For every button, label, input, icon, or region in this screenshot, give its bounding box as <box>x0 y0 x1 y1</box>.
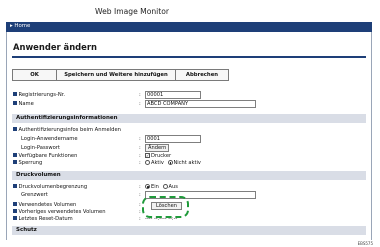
colon: : <box>139 136 141 142</box>
bullet-icon <box>13 160 17 164</box>
home-link-label[interactable]: Home <box>14 23 30 29</box>
home-link[interactable]: ▸ Home <box>10 23 30 29</box>
colon: : <box>139 92 141 98</box>
bullet-icon <box>13 216 17 220</box>
used-volume-label: Verwendetes Volumen <box>13 202 76 208</box>
app-title: Web Image Monitor <box>95 7 170 16</box>
bullet-icon <box>13 184 17 188</box>
section-header-protection: Schutz <box>12 226 366 235</box>
available-functions-label: Verfügbare Funktionen <box>13 153 77 159</box>
bullet-icon <box>13 101 17 105</box>
bullet-icon <box>13 153 17 157</box>
figure-code: EBS575 <box>357 241 373 246</box>
colon: : <box>139 145 141 151</box>
login-info-label: Authentifizierungsinfos beim Anmelden <box>13 127 121 133</box>
colon: : <box>139 160 141 166</box>
page-title: Anwender ändern <box>13 42 97 52</box>
cancel-button[interactable]: Abbrechen <box>176 70 228 80</box>
colon: : <box>139 153 141 159</box>
printer-checkbox[interactable]: ✓ <box>145 153 150 158</box>
printer-checkbox-group: ✓ Drucker <box>145 153 171 159</box>
active-radio[interactable] <box>145 160 150 165</box>
registration-no-label: Registrierungs-Nr. <box>13 92 65 98</box>
save-and-add-button[interactable]: Speichern und Weitere hinzufügen <box>57 70 176 80</box>
colon: : <box>139 202 141 208</box>
last-reset-date-label: Letztes Reset-Datum <box>13 216 73 222</box>
section-header-print-volume: Druckvolumen <box>12 171 366 180</box>
on-radio[interactable] <box>145 184 150 189</box>
on-radio-label: Ein <box>151 184 159 190</box>
name-input[interactable]: ABCD COMPANY <box>145 100 256 108</box>
highlight-callout <box>142 196 189 218</box>
section-header-authentication: Authentifizierungsinformationen <box>12 114 366 123</box>
volume-limit-radio-group: Ein Aus <box>145 184 178 190</box>
inactive-radio-label: Nicht aktiv <box>173 160 201 166</box>
change-password-button[interactable]: Ändern <box>145 144 170 152</box>
action-toolbar: OK Speichern und Weitere hinzufügen Abbr… <box>12 69 229 81</box>
off-radio-label: Aus <box>168 184 178 190</box>
colon: : <box>139 192 141 198</box>
colon: : <box>139 184 141 190</box>
previous-used-volume-label: Vorheriges verwendetes Volumen <box>13 209 106 215</box>
bullet-icon <box>13 92 17 96</box>
bullet-icon <box>13 202 17 206</box>
colon: : <box>139 209 141 215</box>
bullet-icon <box>13 209 17 213</box>
colon: : <box>139 216 141 222</box>
home-bar: ▸ Home <box>6 22 372 32</box>
volume-limit-label: Druckvolumenbegrenzung <box>13 184 87 190</box>
login-password-label: Login-Passwort <box>21 145 60 151</box>
login-user-label: Login-Anwendername <box>21 136 78 142</box>
registration-no-input[interactable]: 00001 <box>145 91 201 99</box>
ok-button[interactable]: OK <box>13 70 57 80</box>
active-radio-label: Aktiv <box>151 160 164 166</box>
name-label: Name <box>13 101 34 107</box>
login-user-input[interactable]: 0001 <box>145 135 201 143</box>
bullet-icon <box>13 127 17 131</box>
colon: : <box>139 101 141 107</box>
lock-label: Sperrung <box>13 160 42 166</box>
off-radio[interactable] <box>162 184 168 189</box>
threshold-label: Grenzwert <box>21 192 48 198</box>
inactive-radio[interactable] <box>167 160 173 165</box>
lock-radio-group: Aktiv Nicht aktiv <box>145 160 201 166</box>
printer-checkbox-label: Drucker <box>151 153 172 159</box>
top-bar: Web Image Monitor <box>6 0 372 22</box>
title-divider <box>12 56 366 58</box>
